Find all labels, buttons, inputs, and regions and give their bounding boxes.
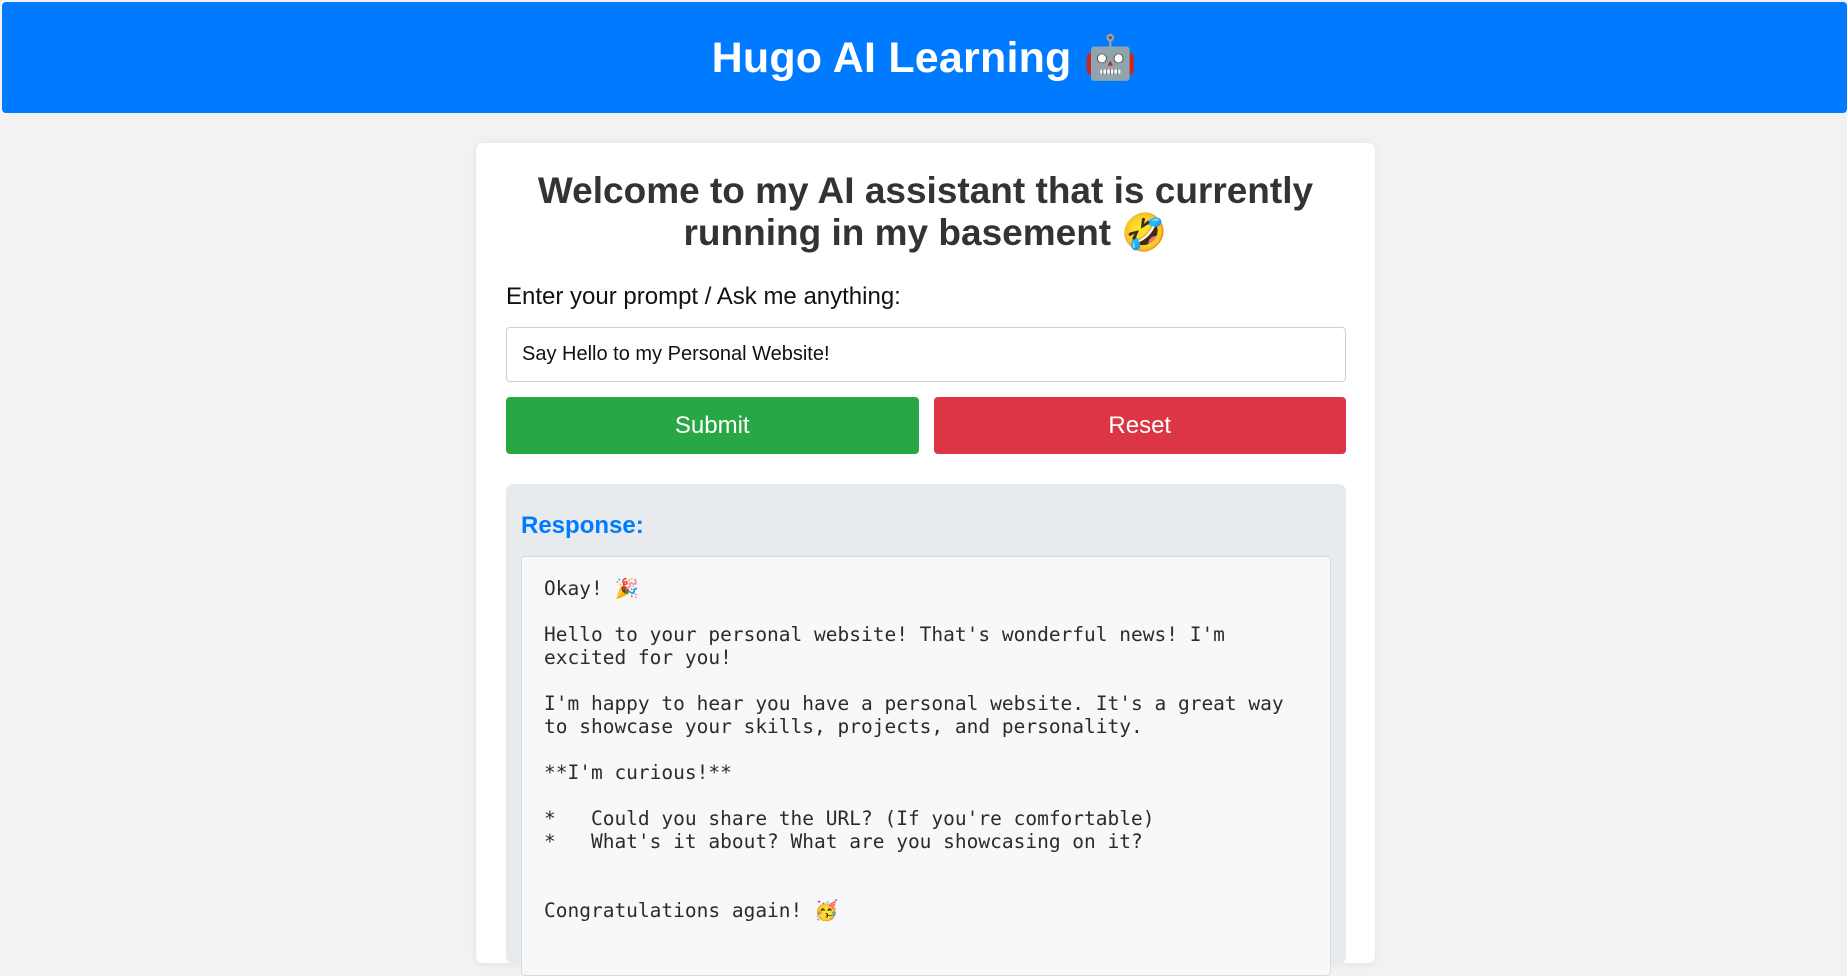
- response-text: Okay! 🎉 Hello to your personal website! …: [521, 556, 1331, 976]
- assistant-card: Welcome to my AI assistant that is curre…: [476, 143, 1375, 976]
- welcome-heading: Welcome to my AI assistant that is curre…: [537, 170, 1314, 253]
- response-panel: Response: Okay! 🎉 Hello to your personal…: [506, 484, 1346, 976]
- submit-button[interactable]: Submit: [506, 397, 919, 454]
- prompt-input[interactable]: [506, 327, 1346, 382]
- response-title: Response:: [521, 512, 644, 539]
- site-title: Hugo AI Learning 🤖: [711, 33, 1138, 82]
- site-header: Hugo AI Learning 🤖: [2, 2, 1847, 113]
- prompt-label: Enter your prompt / Ask me anything:: [506, 283, 901, 310]
- reset-button[interactable]: Reset: [933, 397, 1346, 454]
- action-buttons: Submit Reset: [506, 397, 1346, 454]
